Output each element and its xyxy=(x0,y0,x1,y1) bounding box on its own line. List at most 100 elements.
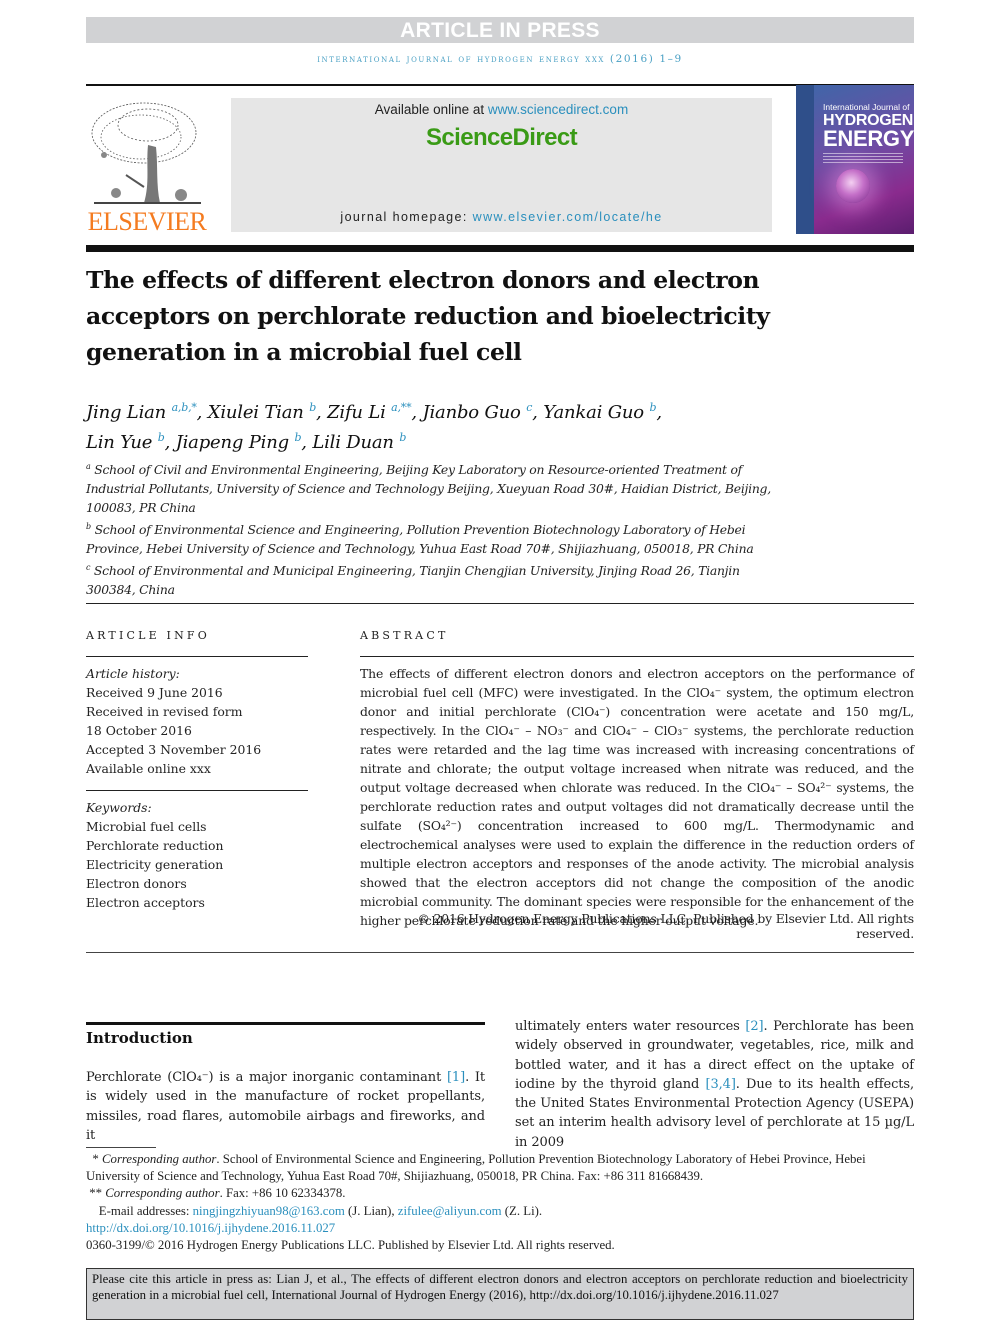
affiliation-text: School of Environmental and Municipal En… xyxy=(86,563,740,598)
article-in-press-banner: ARTICLE IN PRESS xyxy=(86,17,914,43)
cover-title-line1: International Journal of xyxy=(823,102,910,112)
citation-box: Please cite this article in press as: Li… xyxy=(86,1268,914,1320)
article-history: Article history: Received 9 June 2016 Re… xyxy=(86,664,308,778)
author-affiliation-mark[interactable]: b xyxy=(309,401,316,414)
intro-text: Perchlorate (ClO₄⁻) is a major inorganic… xyxy=(86,1070,447,1085)
reference-link[interactable]: [1] xyxy=(447,1070,465,1085)
author-separator: , xyxy=(301,432,313,453)
available-online-label: Available online at xyxy=(374,102,488,117)
history-item: 18 October 2016 xyxy=(86,723,192,738)
keyword-item[interactable]: Perchlorate reduction xyxy=(86,836,308,855)
journal-running-header: international journal of hydrogen energy… xyxy=(317,53,683,65)
introduction-heading: Introduction xyxy=(86,1029,193,1047)
author-name[interactable]: Jing Lian xyxy=(86,402,172,423)
author-affiliation-mark[interactable]: b xyxy=(158,431,165,444)
email-owner: (Z. Li). xyxy=(501,1203,543,1218)
author-separator: , xyxy=(656,402,662,423)
author-separator: , xyxy=(532,402,544,423)
header-top-rule xyxy=(86,84,914,86)
abstract-copyright: © 2016 Hydrogen Energy Publications LLC.… xyxy=(417,911,914,941)
intro-text: ultimately enters water resources xyxy=(515,1019,746,1034)
article-info-heading: ARTICLE INFO xyxy=(86,629,210,642)
sciencedirect-link[interactable]: www.sciencedirect.com xyxy=(488,102,628,117)
abstract-text: The effects of different electron donors… xyxy=(360,666,914,928)
cover-orb-graphic xyxy=(836,169,870,203)
author-separator: , xyxy=(411,402,423,423)
citation-text: Please cite this article in press as: Li… xyxy=(92,1272,908,1302)
footnote-emails: E-mail addresses: ningjingzhiyuan98@163.… xyxy=(86,1203,914,1220)
keyword-item[interactable]: Microbial fuel cells xyxy=(86,817,308,836)
affiliation-item: c School of Environmental and Municipal … xyxy=(86,558,786,599)
abstract-rule xyxy=(360,656,914,657)
elsevier-tree-icon xyxy=(91,102,201,204)
abstract-heading: ABSTRACT xyxy=(360,629,449,642)
sciencedirect-logo[interactable]: ScienceDirect xyxy=(231,124,772,152)
footnote-corresponding-1: * Corresponding author. School of Enviro… xyxy=(86,1151,914,1185)
author-separator: , xyxy=(196,402,208,423)
affiliation-text: School of Environmental Science and Engi… xyxy=(86,522,754,557)
affiliation-item: a School of Civil and Environmental Engi… xyxy=(86,457,786,517)
author-affiliation-mark[interactable]: b xyxy=(399,431,406,444)
elsevier-wordmark: ELSEVIER xyxy=(87,207,207,236)
footnote-mark: * xyxy=(92,1152,99,1166)
keyword-item[interactable]: Electricity generation xyxy=(86,855,308,874)
keyword-item[interactable]: Electron acceptors xyxy=(86,893,308,912)
keywords-rule xyxy=(86,790,308,791)
introduction-rule xyxy=(86,1022,485,1025)
keywords-label: Keywords: xyxy=(86,800,152,815)
author-list: Jing Lian a,b,*, Xiulei Tian b, Zifu Li … xyxy=(86,395,786,455)
journal-homepage-link[interactable]: www.elsevier.com/locate/he xyxy=(473,210,663,224)
author-separator: , xyxy=(316,402,328,423)
journal-cover-image[interactable]: International Journal of HYDROGEN ENERGY xyxy=(796,85,914,234)
article-title: The effects of different electron donors… xyxy=(86,266,770,366)
author-name[interactable]: Xiulei Tian xyxy=(208,402,309,423)
journal-homepage-label: journal homepage: xyxy=(340,210,473,224)
article-info-rule xyxy=(86,656,308,657)
affiliation-item: b School of Environmental Science and En… xyxy=(86,517,786,558)
author-name[interactable]: Zifu Li xyxy=(327,402,391,423)
footnote-rule xyxy=(86,1147,156,1148)
doi-link[interactable]: http://dx.doi.org/10.1016/j.ijhydene.201… xyxy=(86,1220,914,1237)
author-name[interactable]: Yankai Guo xyxy=(543,402,649,423)
footnote-text: . Fax: +86 10 62334378. xyxy=(219,1186,346,1201)
reference-link[interactable]: [2] xyxy=(745,1019,763,1034)
elsevier-logo[interactable]: ELSEVIER xyxy=(86,95,208,237)
history-item: Received 9 June 2016 xyxy=(86,685,223,700)
footnotes: * Corresponding author. School of Enviro… xyxy=(86,1151,914,1254)
sciencedirect-header-box: Available online at www.sciencedirect.co… xyxy=(231,98,772,232)
email-link[interactable]: ningjingzhiyuan98@163.com xyxy=(193,1204,345,1218)
reference-link[interactable]: [3,4] xyxy=(705,1077,735,1092)
email-link[interactable]: zifulee@aliyun.com xyxy=(398,1204,502,1218)
history-item: Accepted 3 November 2016 xyxy=(86,742,262,757)
cover-editor-lines xyxy=(823,153,903,165)
author-affiliation-mark[interactable]: a,** xyxy=(391,401,411,414)
cover-spine-strip xyxy=(796,85,814,234)
footnote-label: Corresponding author xyxy=(105,1186,220,1201)
author-name[interactable]: Jianbo Guo xyxy=(422,402,526,423)
keywords: Keywords: Microbial fuel cells Perchlora… xyxy=(86,798,308,912)
body-column-right: ultimately enters water resources [2]. P… xyxy=(515,1017,914,1152)
body-column-left: Perchlorate (ClO₄⁻) is a major inorganic… xyxy=(86,1068,485,1145)
available-online-line: Available online at www.sciencedirect.co… xyxy=(231,102,772,117)
author-name[interactable]: Lin Yue xyxy=(86,432,158,453)
author-affiliation-mark[interactable]: a,b,* xyxy=(172,401,197,414)
header-bottom-rule xyxy=(86,245,914,252)
journal-homepage-line: journal homepage: www.elsevier.com/locat… xyxy=(231,210,772,224)
cover-title-line3: ENERGY xyxy=(823,126,914,151)
front-matter-end-rule xyxy=(86,952,914,953)
affiliation-text: School of Civil and Environmental Engine… xyxy=(86,462,771,516)
history-item: Available online xxx xyxy=(86,761,211,776)
author-name[interactable]: Jiapeng Ping xyxy=(176,432,295,453)
author-name[interactable]: Lili Duan xyxy=(312,432,399,453)
history-item: Received in revised form xyxy=(86,704,243,719)
section-divider xyxy=(86,603,914,604)
footnote-label: Corresponding author xyxy=(102,1152,217,1166)
keyword-item[interactable]: Electron donors xyxy=(86,874,308,893)
article-history-label: Article history: xyxy=(86,666,180,681)
email-label: E-mail addresses: xyxy=(98,1203,193,1218)
footnote-corresponding-2: ** Corresponding author. Fax: +86 10 623… xyxy=(86,1185,914,1202)
affiliation-list: a School of Civil and Environmental Engi… xyxy=(86,457,786,599)
footnote-mark: ** xyxy=(89,1186,102,1201)
email-owner: (J. Lian), xyxy=(344,1203,398,1218)
author-separator: , xyxy=(164,432,176,453)
